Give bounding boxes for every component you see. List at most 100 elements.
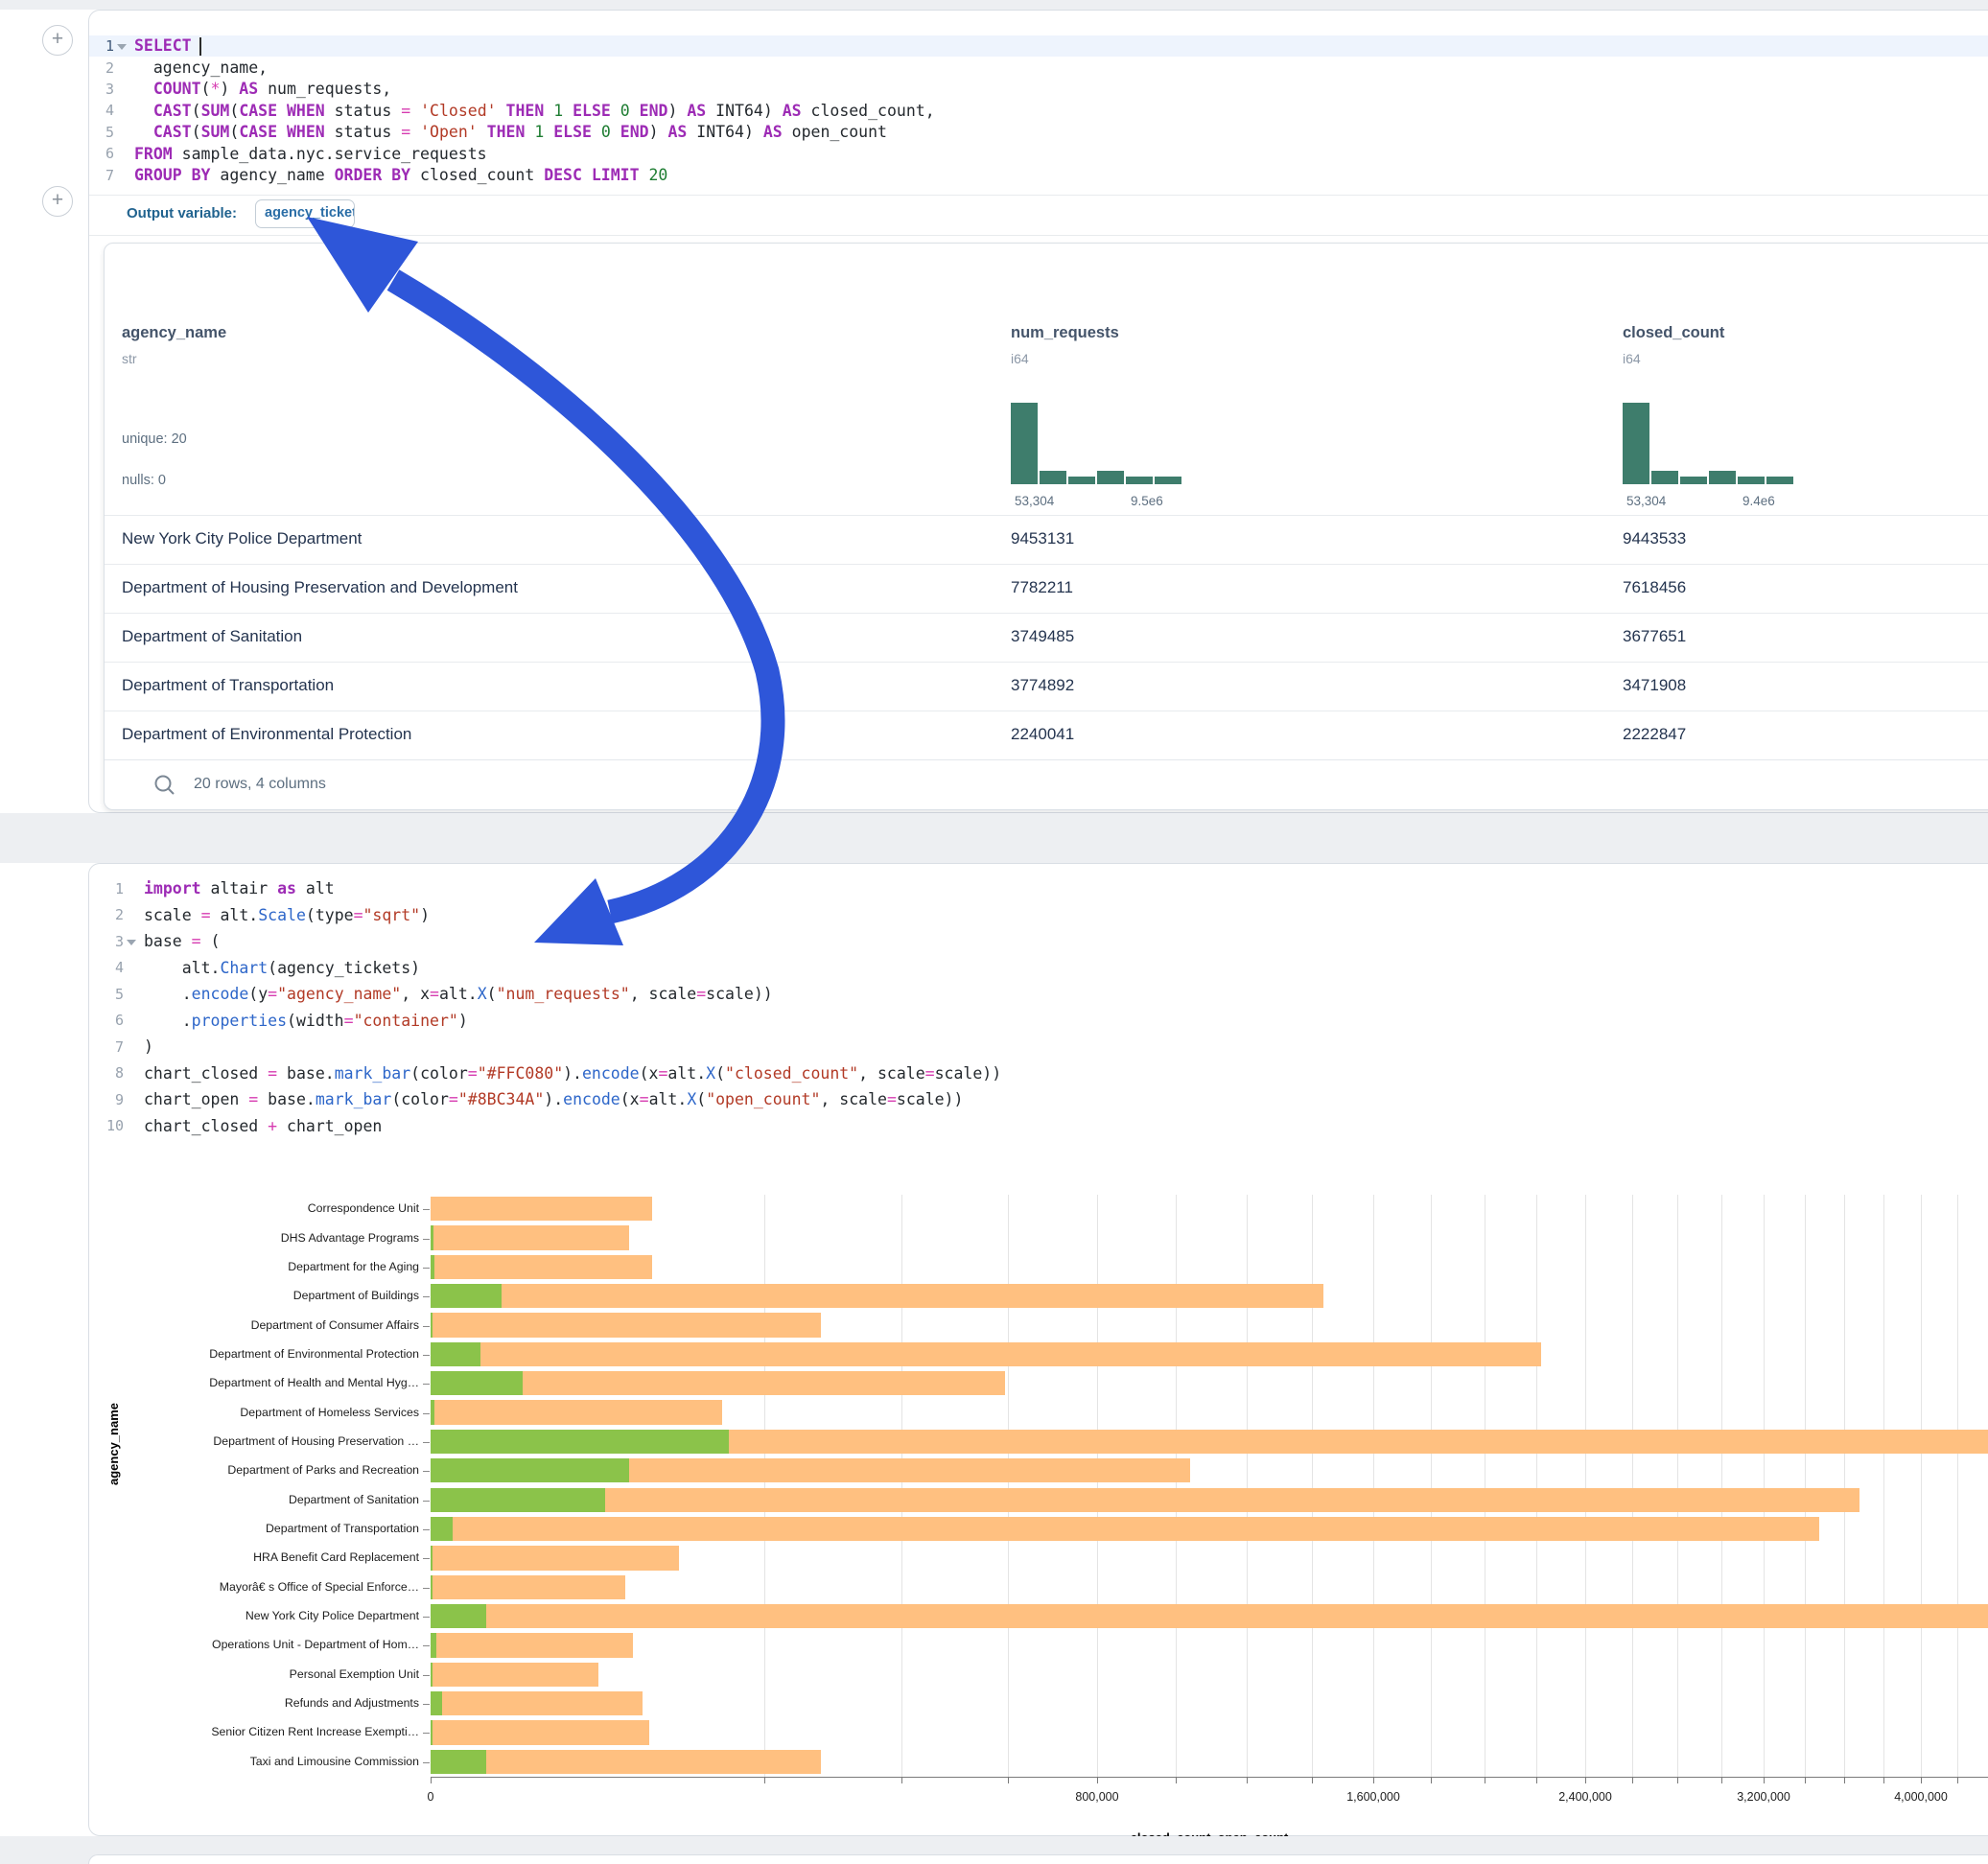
line-number: 8 xyxy=(89,1064,131,1082)
column-histogram xyxy=(1623,403,1793,484)
code-line[interactable]: 8chart_closed = base.mark_bar(color="#FF… xyxy=(89,1060,1988,1087)
y-axis-label: Department of Housing Preservation … xyxy=(118,1434,419,1448)
column-header-agency_name[interactable]: agency_name xyxy=(122,324,226,342)
column-header-closed_count[interactable]: closed_count xyxy=(1623,324,1724,342)
code-line[interactable]: 5 .encode(y="agency_name", x=alt.X("num_… xyxy=(89,981,1988,1008)
table-footer: 20 rows, 4 columns xyxy=(105,759,1988,810)
bar-closed-count xyxy=(431,1400,722,1424)
code-line[interactable]: 2scale = alt.Scale(type="sqrt") xyxy=(89,902,1988,929)
y-tick xyxy=(423,1442,430,1443)
gridline xyxy=(1431,1195,1432,1777)
python-code-editor[interactable]: 1import altair as alt2scale = alt.Scale(… xyxy=(89,875,1988,1139)
output-variable-input[interactable]: agency_tickets xyxy=(255,199,355,228)
y-axis-label: Department of Homeless Services xyxy=(118,1406,419,1419)
fold-chevron-icon[interactable] xyxy=(117,44,127,50)
y-axis-label: Department of Environmental Protection xyxy=(118,1347,419,1361)
bar-closed-count xyxy=(431,1313,821,1337)
x-tick xyxy=(1585,1778,1586,1783)
bar-closed-count xyxy=(431,1604,1988,1628)
table-cell: 7618456 xyxy=(1623,578,1686,597)
gridline xyxy=(1312,1195,1313,1777)
y-tick xyxy=(423,1326,430,1327)
y-tick xyxy=(423,1413,430,1414)
result-table: agency_namestrunique: 20nulls: 0num_requ… xyxy=(104,243,1988,810)
fold-chevron-icon[interactable] xyxy=(127,940,136,945)
bar-open-count xyxy=(431,1604,486,1628)
bar-closed-count xyxy=(431,1575,625,1599)
histogram-bar xyxy=(1623,403,1649,484)
x-tick xyxy=(431,1778,432,1783)
bar-closed-count xyxy=(431,1691,643,1715)
column-header-num_requests[interactable]: num_requests xyxy=(1011,324,1119,342)
gridline xyxy=(1844,1195,1845,1777)
code-line[interactable]: 3 COUNT(*) AS num_requests, xyxy=(89,79,1988,100)
code-line[interactable]: 4 alt.Chart(agency_tickets) xyxy=(89,955,1988,982)
line-number: 5 xyxy=(89,124,122,141)
x-tick xyxy=(1721,1778,1722,1783)
code-line[interactable]: 5 CAST(SUM(CASE WHEN status = 'Open' THE… xyxy=(89,122,1988,143)
y-axis-label: Department of Buildings xyxy=(118,1289,419,1302)
y-tick xyxy=(423,1355,430,1356)
table-row[interactable]: Department of Housing Preservation and D… xyxy=(105,564,1988,613)
bar-closed-count xyxy=(431,1720,649,1744)
gridline xyxy=(1176,1195,1177,1777)
table-row[interactable]: Department of Sanitation37494853677651 xyxy=(105,613,1988,662)
bar-open-count xyxy=(431,1633,436,1657)
output-variable-label: Output variable: xyxy=(127,205,237,221)
histogram-bar xyxy=(1651,471,1678,484)
code-line[interactable]: 1import altair as alt xyxy=(89,875,1988,902)
code-line[interactable]: 6 .properties(width="container") xyxy=(89,1008,1988,1035)
code-line[interactable]: 7GROUP BY agency_name ORDER BY closed_co… xyxy=(89,164,1988,185)
column-type: i64 xyxy=(1623,351,1641,366)
line-number: 5 xyxy=(89,986,131,1003)
chart-plot-area xyxy=(431,1195,1988,1777)
table-cell: 2240041 xyxy=(1011,725,1074,744)
bar-open-count xyxy=(431,1691,442,1715)
gridline xyxy=(1097,1195,1098,1777)
histogram-bar xyxy=(1155,477,1181,484)
gridline xyxy=(1721,1195,1722,1777)
code-line[interactable]: 6FROM sample_data.nyc.service_requests xyxy=(89,143,1988,164)
code-line[interactable]: 10chart_closed + chart_open xyxy=(89,1113,1988,1140)
next-cell-peek xyxy=(88,1854,1988,1864)
histogram-bar xyxy=(1011,403,1038,484)
y-axis-label: Department of Consumer Affairs xyxy=(118,1318,419,1332)
x-axis-label: 800,000 xyxy=(1075,1790,1118,1804)
bar-open-count xyxy=(431,1371,523,1395)
y-tick xyxy=(423,1675,430,1676)
x-tick xyxy=(1312,1778,1313,1783)
code-line[interactable]: 9chart_open = base.mark_bar(color="#8BC3… xyxy=(89,1086,1988,1113)
bar-closed-count xyxy=(431,1488,1859,1512)
histogram-bar xyxy=(1126,477,1153,484)
column-type: i64 xyxy=(1011,351,1029,366)
code-line[interactable]: 3base = ( xyxy=(89,928,1988,955)
code-line[interactable]: 1SELECT xyxy=(89,35,1988,57)
y-axis-label: New York City Police Department xyxy=(118,1609,419,1622)
bar-open-count xyxy=(431,1750,486,1774)
y-tick xyxy=(423,1529,430,1530)
table-row[interactable]: Department of Transportation377489234719… xyxy=(105,662,1988,711)
add-cell-button-1[interactable]: + xyxy=(42,25,73,56)
y-axis-label: Correspondence Unit xyxy=(118,1201,419,1215)
column-histogram xyxy=(1011,403,1181,484)
bar-closed-count xyxy=(431,1342,1541,1366)
line-number: 6 xyxy=(89,1012,131,1029)
table-cell: 7782211 xyxy=(1011,578,1073,597)
line-number: 4 xyxy=(89,959,131,976)
code-line[interactable]: 7) xyxy=(89,1034,1988,1060)
y-tick xyxy=(423,1558,430,1559)
line-number: 10 xyxy=(89,1117,131,1134)
sql-code-editor[interactable]: 1SELECT2 agency_name,3 COUNT(*) AS num_r… xyxy=(89,35,1988,186)
code-line[interactable]: 4 CAST(SUM(CASE WHEN status = 'Closed' T… xyxy=(89,100,1988,121)
search-icon[interactable] xyxy=(152,773,177,798)
bar-open-count xyxy=(431,1430,729,1454)
column-meta: unique: 20 xyxy=(122,431,187,447)
code-line[interactable]: 2 agency_name, xyxy=(89,57,1988,78)
table-row[interactable]: Department of Environmental Protection22… xyxy=(105,711,1988,759)
add-cell-button-2[interactable]: + xyxy=(42,186,73,217)
bar-closed-count xyxy=(431,1633,633,1657)
line-number: 3 xyxy=(89,81,122,98)
divider xyxy=(89,235,1988,236)
table-row[interactable]: New York City Police Department945313194… xyxy=(105,515,1988,564)
gridline xyxy=(1008,1195,1009,1777)
